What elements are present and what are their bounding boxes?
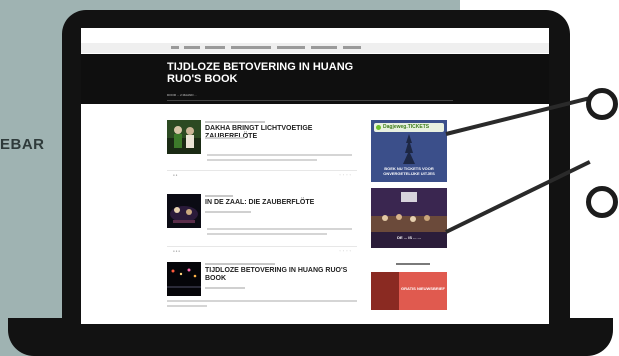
nav-item[interactable]: [343, 46, 361, 49]
nav-item[interactable]: [184, 46, 200, 49]
post-category: [205, 120, 265, 124]
post-excerpt: [207, 228, 352, 238]
nav-item[interactable]: [277, 46, 305, 49]
comment-count[interactable]: ● ● ●: [173, 249, 180, 253]
callout-circle-1: [586, 88, 618, 120]
post-category: [205, 262, 275, 266]
sidebar-ad-newsletter[interactable]: GRATIS NIEUWSBRIEF: [371, 272, 447, 310]
ad-thumb: [371, 272, 399, 310]
sidebar-ad-concert[interactable]: DE ... IS ... ...: [371, 188, 447, 248]
share-icons[interactable]: ◦◦◦◦: [339, 172, 353, 177]
ad-photo: [371, 188, 447, 232]
site-nav: [81, 43, 549, 53]
post-card: TIJDLOZE BETOVERING IN HUANG RUO'S BOOK: [167, 262, 357, 322]
post-thumbnail[interactable]: [167, 120, 201, 154]
ad-text: DE ... IS ... ...: [397, 235, 421, 240]
post-excerpt: [167, 300, 357, 310]
post-card: DAKHA BRINGT LICHTVOETIGE ZAUBERFLÖTE ● …: [167, 120, 357, 180]
ticket-icon: [376, 125, 381, 130]
post-category: [205, 194, 233, 198]
hero-banner: TIJDLOZE BETOVERING IN HUANG RUO'S BOOK …: [81, 54, 549, 104]
post-author: [205, 286, 245, 290]
nav-item[interactable]: [171, 46, 179, 49]
comment-count[interactable]: ● ●: [173, 173, 177, 177]
ad-text: BOEK NU TICKETS VOOR ONVERGETELIJKE UITJ…: [383, 166, 435, 176]
nav-item[interactable]: [231, 46, 271, 49]
callout-circle-2: [586, 186, 618, 218]
post-excerpt: [207, 154, 352, 164]
post-card: IN DE ZAAL: DIE ZAUBERFLÖTE ● ● ● ◦◦◦◦: [167, 194, 357, 256]
hero-divider: [167, 100, 453, 101]
post-author: [205, 210, 251, 214]
post-title[interactable]: IN DE ZAAL: DIE ZAUBERFLÖTE: [205, 199, 355, 207]
ad-brand-badge: Dagjeweg.TICKETS: [374, 123, 444, 132]
post-thumbnail[interactable]: [167, 194, 201, 228]
sidebar-heading: [396, 262, 430, 266]
nav-item[interactable]: [205, 46, 225, 49]
post-social-bar: ● ● ● ◦◦◦◦: [167, 246, 357, 253]
ad-brand-label: Dagjeweg.TICKETS: [383, 124, 430, 130]
laptop-screen: TIJDLOZE BETOVERING IN HUANG RUO'S BOOK …: [81, 28, 549, 324]
ad-text: GRATIS NIEUWSBRIEF: [401, 286, 445, 291]
ad-illustration: [403, 134, 415, 164]
sidebar-ad-tickets[interactable]: Dagjeweg.TICKETS BOEK NU TICKETS VOOR ON…: [371, 120, 447, 182]
post-title[interactable]: TIJDLOZE BETOVERING IN HUANG RUO'S BOOK: [205, 267, 355, 283]
nav-item[interactable]: [311, 46, 337, 49]
share-icons[interactable]: ◦◦◦◦: [339, 248, 353, 253]
post-thumbnail[interactable]: [167, 262, 201, 296]
side-label: EBAR: [0, 136, 45, 153]
post-social-bar: ● ● ◦◦◦◦: [167, 170, 357, 177]
hero-meta: DOOR ... 2 MAAND ...: [167, 93, 197, 97]
post-author: [205, 136, 245, 140]
hero-title[interactable]: TIJDLOZE BETOVERING IN HUANG RUO'S BOOK: [167, 61, 367, 85]
